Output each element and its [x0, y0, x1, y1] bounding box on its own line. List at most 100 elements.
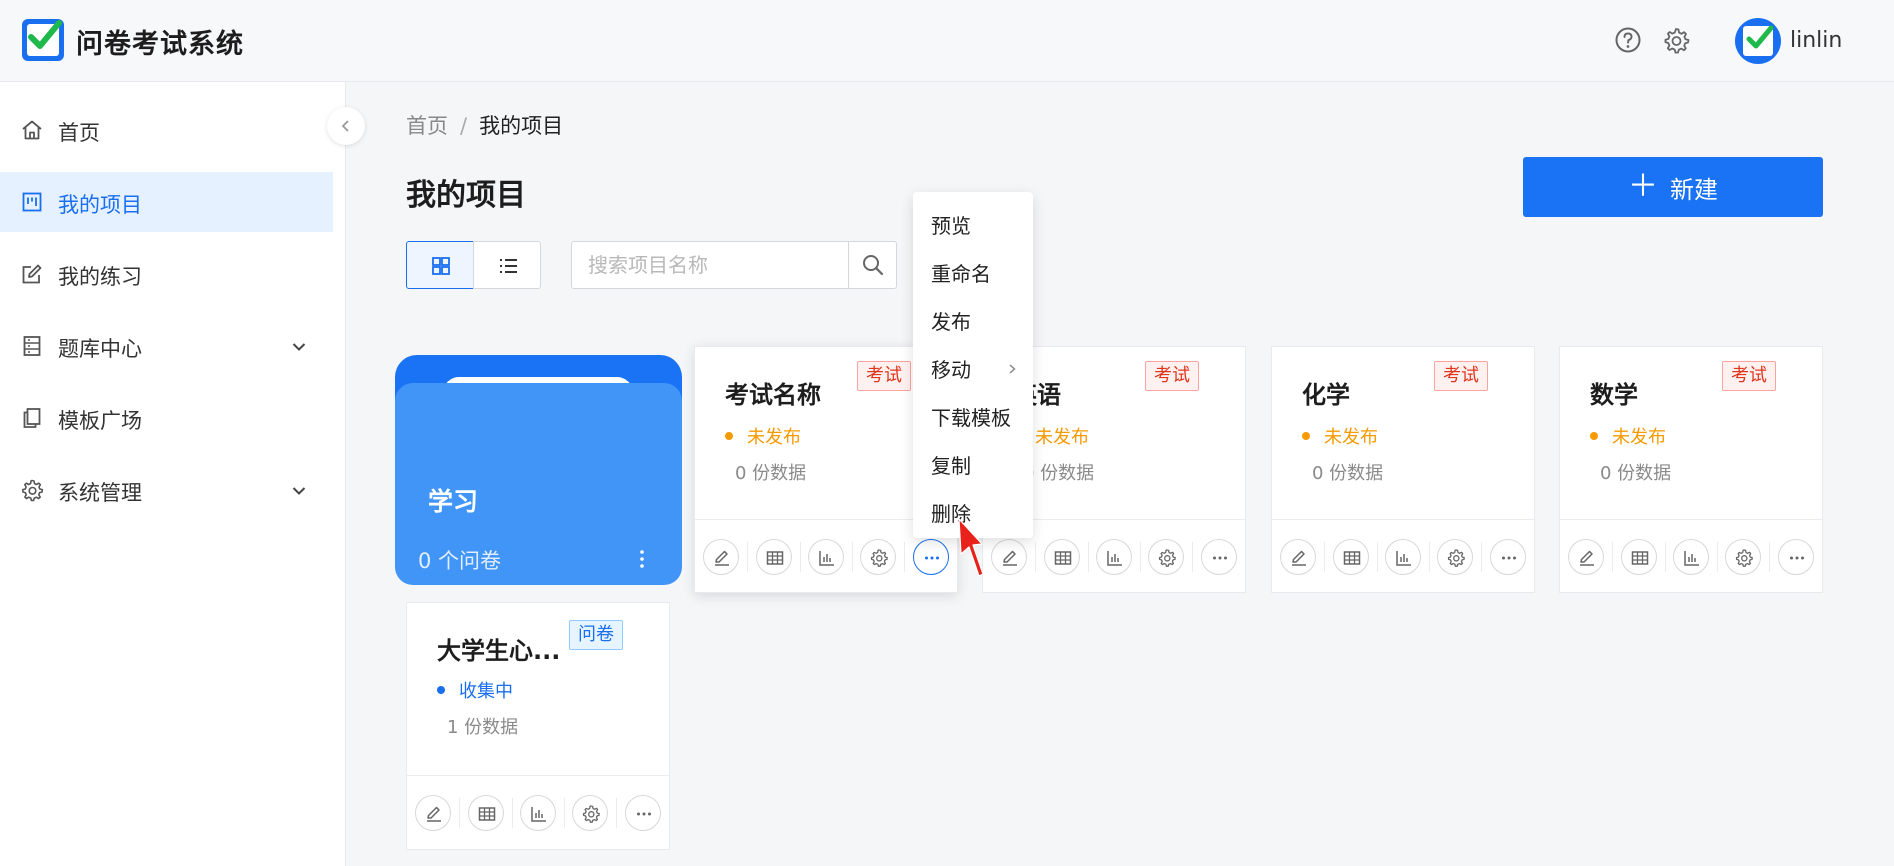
sidebar-item-my-projects[interactable]: 我的项目 — [0, 172, 333, 232]
breadcrumb: 首页 / 我的项目 — [406, 110, 563, 140]
sidebar-collapse-button[interactable] — [327, 107, 365, 145]
more-button[interactable] — [625, 795, 661, 831]
search-input[interactable] — [572, 242, 850, 288]
card-title: 考试名称 — [725, 381, 821, 409]
edit-button[interactable] — [1280, 539, 1316, 575]
settings-button[interactable] — [1437, 539, 1473, 575]
folder-count: 0 个问卷 — [418, 549, 502, 573]
data-table-button[interactable] — [1044, 539, 1080, 575]
data-table-button[interactable] — [756, 539, 792, 575]
more-icon — [1502, 556, 1516, 560]
chevron-right-icon — [1009, 364, 1016, 374]
edit-button[interactable] — [703, 539, 739, 575]
edit-icon — [1003, 550, 1017, 566]
edit-button[interactable] — [415, 795, 451, 831]
bank-icon — [23, 336, 41, 356]
search-button[interactable] — [848, 241, 896, 289]
sidebar-item-system-management[interactable]: 系统管理 — [0, 460, 333, 520]
user-avatar[interactable] — [1735, 18, 1781, 64]
card-title: 化学 — [1302, 381, 1350, 409]
card-type-tag: 考试 — [1145, 361, 1199, 391]
edit-button[interactable] — [991, 539, 1027, 575]
statistics-button[interactable] — [808, 539, 844, 575]
card-status: 未发布 — [1302, 423, 1378, 449]
edit-icon — [1292, 550, 1306, 566]
more-button[interactable] — [1778, 539, 1814, 575]
statistics-button[interactable] — [520, 795, 556, 831]
search-icon — [863, 255, 884, 276]
edit-button[interactable] — [1568, 539, 1604, 575]
card-status-text: 收集中 — [459, 681, 513, 702]
template-icon — [23, 408, 41, 428]
page-title: 我的项目 — [406, 178, 526, 213]
new-project-button[interactable]: ＋ 新建 — [1523, 157, 1823, 217]
menu-item-copy[interactable]: 复制 — [931, 450, 971, 479]
gear-icon — [870, 549, 888, 567]
sidebar-item-label: 题库中心 — [58, 337, 142, 361]
more-button[interactable] — [913, 539, 949, 575]
more-icon — [1790, 556, 1804, 560]
project-card[interactable]: 数学 考试 未发布 0 份数据 — [1559, 346, 1823, 593]
menu-item-preview[interactable]: 预览 — [931, 210, 971, 239]
project-card[interactable]: 化学 考试 未发布 0 份数据 — [1271, 346, 1535, 593]
sidebar-item-label: 模板广场 — [58, 409, 142, 433]
gear-icon — [1158, 549, 1176, 567]
project-card[interactable]: 大学生心... 问卷 收集中 1 份数据 — [406, 602, 670, 850]
chevron-left-icon — [341, 120, 349, 132]
sidebar-item-question-bank[interactable]: 题库中心 — [0, 316, 333, 376]
grid-icon — [432, 257, 450, 275]
app-logo[interactable] — [22, 19, 64, 61]
more-button[interactable] — [1201, 539, 1237, 575]
sidebar-item-template-plaza[interactable]: 模板广场 — [0, 388, 333, 448]
breadcrumb-current: 我的项目 — [479, 114, 564, 138]
table-icon — [1343, 551, 1361, 565]
table-icon — [1631, 551, 1649, 565]
username[interactable]: linlin — [1790, 28, 1842, 53]
gear-icon[interactable] — [1662, 26, 1690, 54]
sidebar-item-label: 系统管理 — [58, 481, 142, 505]
statistics-button[interactable] — [1096, 539, 1132, 575]
settings-icon — [22, 479, 44, 502]
menu-item-rename[interactable]: 重命名 — [931, 258, 991, 287]
edit-icon — [22, 264, 42, 284]
more-icon — [637, 812, 651, 816]
folder-card[interactable]: 学习 0 个问卷 — [395, 355, 682, 585]
card-status-text: 未发布 — [1324, 427, 1378, 448]
menu-item-download-template[interactable]: 下载模板 — [931, 402, 1011, 431]
breadcrumb-home[interactable]: 首页 — [406, 114, 448, 138]
search-box — [571, 241, 897, 289]
sidebar-item-my-practice[interactable]: 我的练习 — [0, 244, 333, 304]
data-table-button[interactable] — [1621, 539, 1657, 575]
card-status-text: 未发布 — [1612, 427, 1666, 448]
list-view-button[interactable] — [473, 241, 541, 289]
project-icon — [22, 192, 42, 212]
statistics-button[interactable] — [1673, 539, 1709, 575]
card-actions — [407, 775, 669, 849]
chart-icon — [1396, 551, 1411, 566]
edit-icon — [1580, 550, 1594, 566]
settings-button[interactable] — [1725, 539, 1761, 575]
help-icon[interactable] — [1614, 26, 1642, 54]
card-status: 收集中 — [437, 677, 513, 703]
edit-icon — [715, 550, 729, 566]
settings-button[interactable] — [572, 795, 608, 831]
more-vertical-icon[interactable] — [638, 548, 646, 570]
menu-item-publish[interactable]: 发布 — [931, 306, 971, 335]
card-status: 未发布 — [725, 423, 801, 449]
card-status-text: 未发布 — [1035, 427, 1089, 448]
more-button[interactable] — [1490, 539, 1526, 575]
grid-view-button[interactable] — [406, 241, 474, 289]
statistics-button[interactable] — [1385, 539, 1421, 575]
chevron-down-icon — [292, 487, 306, 495]
table-icon — [478, 807, 496, 821]
sidebar-item-home[interactable]: 首页 — [0, 100, 333, 160]
card-status: 未发布 — [1590, 423, 1666, 449]
table-icon — [766, 551, 784, 565]
data-table-button[interactable] — [1333, 539, 1369, 575]
card-actions — [1272, 519, 1534, 593]
list-icon — [500, 259, 517, 273]
settings-button[interactable] — [860, 539, 896, 575]
data-table-button[interactable] — [468, 795, 504, 831]
menu-item-move[interactable]: 移动 — [931, 354, 971, 383]
settings-button[interactable] — [1148, 539, 1184, 575]
